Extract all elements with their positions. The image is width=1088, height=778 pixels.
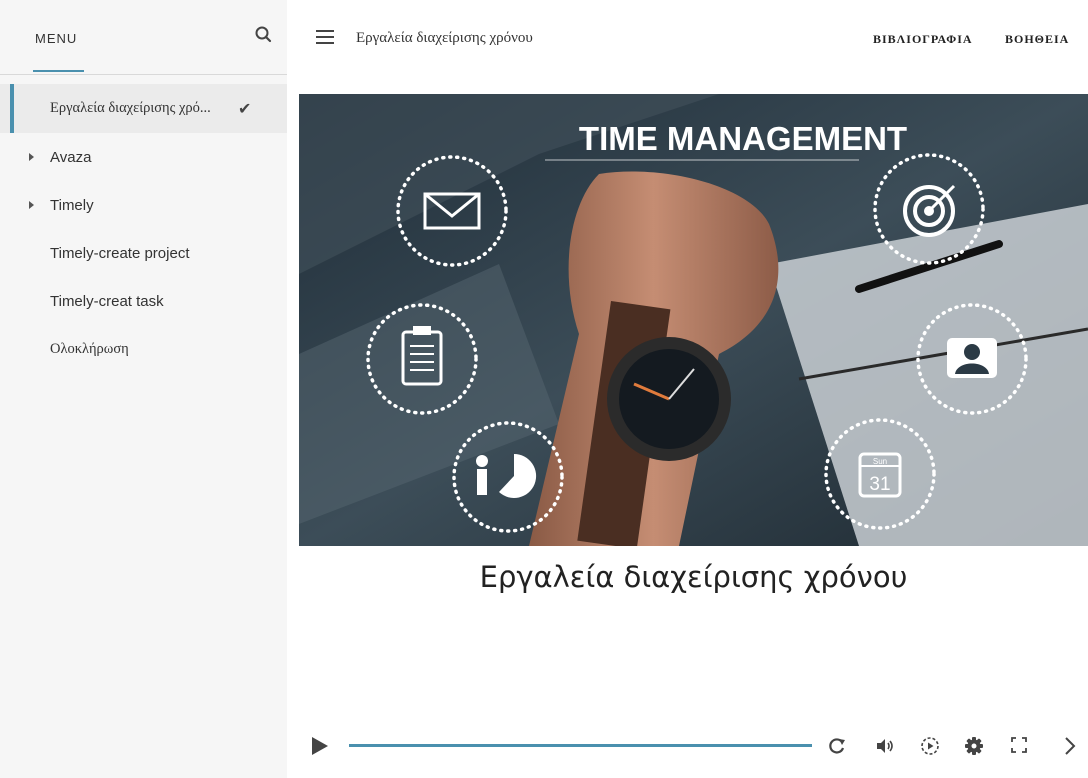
menu-tab-indicator [33, 70, 84, 72]
top-bar: Εργαλεία διαχείρισης χρόνου ΒΙΒΛΙΟΓΡΑΦΙΑ… [287, 0, 1088, 80]
sidebar-item-timely[interactable]: Timely [0, 181, 287, 229]
playback-speed-button[interactable] [920, 736, 940, 761]
sidebar-nav: Εργαλεία διαχείρισης χρό... ✔ Avaza Time… [0, 84, 287, 373]
settings-button[interactable] [964, 736, 984, 761]
sidebar-item-label: Avaza [50, 148, 92, 166]
slide-title: Εργαλεία διαχείρισης χρόνου [479, 560, 908, 594]
sidebar-item-label: Εργαλεία διαχείρισης χρό... [50, 100, 211, 116]
progress-bar[interactable] [349, 744, 812, 747]
next-icon [1065, 737, 1076, 755]
hamburger-icon-line [316, 36, 334, 38]
sidebar-item-timely-create-task[interactable]: Timely-creat task [0, 277, 287, 325]
replay-icon [829, 738, 845, 754]
banner-text: TIME MANAGEMENT [579, 120, 907, 157]
search-icon [255, 26, 272, 43]
play-button[interactable] [311, 736, 329, 761]
replay-button[interactable] [828, 736, 846, 761]
playback-speed-icon [921, 737, 939, 755]
calendar-date: 31 [869, 474, 890, 495]
checkmark-icon: ✔ [238, 101, 252, 118]
menu-header: MENU [0, 0, 287, 75]
caret-right-icon[interactable] [29, 153, 34, 161]
next-button[interactable] [1064, 736, 1076, 761]
sidebar-item-label: Timely [50, 196, 94, 214]
sidebar-item-label: Timely-create project [50, 244, 190, 262]
slide-image: TIME MANAGEMENT Sun 31 [299, 94, 1088, 546]
help-link[interactable]: ΒΟΗΘΕΙΑ [1005, 32, 1069, 47]
sidebar-item-avaza[interactable]: Avaza [0, 133, 287, 181]
sidebar-item-label: Timely-creat task [50, 292, 164, 310]
play-icon [312, 737, 328, 755]
sidebar: MENU Εργαλεία διαχείρισης χρό... ✔ Avaza… [0, 0, 287, 778]
hamburger-icon-line [316, 30, 334, 32]
active-indicator [10, 84, 14, 133]
calendar-day: Sun [873, 457, 887, 466]
caret-right-icon[interactable] [29, 201, 34, 209]
settings-icon [965, 737, 983, 755]
user-group-icon [947, 338, 997, 378]
time-management-illustration: TIME MANAGEMENT Sun 31 [299, 94, 1088, 546]
volume-button[interactable] [875, 736, 895, 761]
search-button[interactable] [253, 24, 275, 46]
volume-icon [877, 739, 893, 753]
menu-toggle-button[interactable] [316, 30, 334, 44]
hamburger-icon-line [316, 42, 334, 44]
bibliography-link[interactable]: ΒΙΒΛΙΟΓΡΑΦΙΑ [873, 32, 973, 47]
sidebar-item-label: Ολοκλήρωση [50, 340, 129, 357]
course-title: Εργαλεία διαχείρισης χρόνου [356, 30, 533, 46]
menu-title: MENU [35, 31, 78, 46]
sidebar-item-completion[interactable]: Ολοκλήρωση [0, 325, 287, 373]
player-controls [287, 720, 1088, 772]
sidebar-item-time-tools[interactable]: Εργαλεία διαχείρισης χρό... ✔ [0, 84, 287, 133]
fullscreen-button[interactable] [1010, 736, 1028, 759]
fullscreen-icon [1011, 737, 1027, 753]
sidebar-item-timely-create-project[interactable]: Timely-create project [0, 229, 287, 277]
